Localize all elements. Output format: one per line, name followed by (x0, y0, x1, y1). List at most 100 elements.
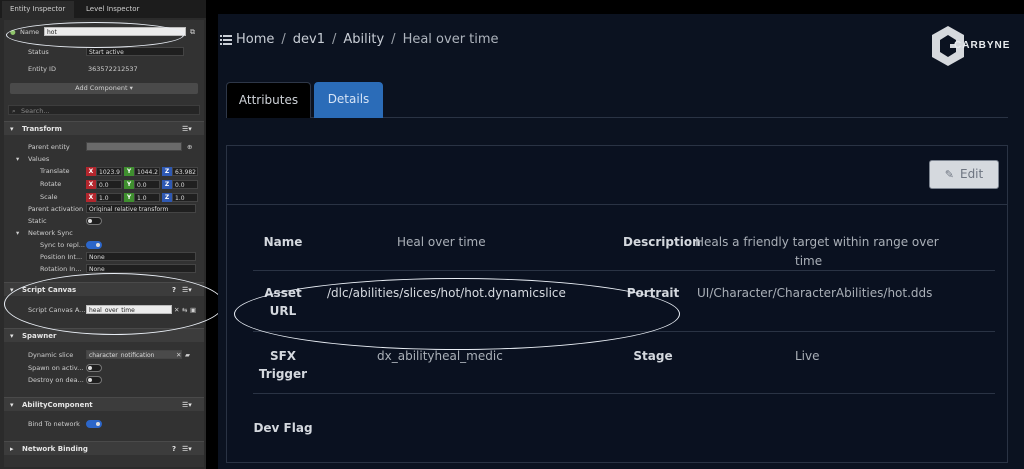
static-row: Static (4, 215, 204, 227)
collapse-icon: ▾ (10, 125, 14, 133)
transform-title: Transform (22, 125, 62, 133)
tab-details[interactable]: Details (314, 82, 383, 118)
component-search-input[interactable]: ⌕ Search... (8, 105, 200, 115)
sync-to-replicas-row: Sync to repl... (4, 239, 204, 251)
target-icon[interactable]: ⊕ (187, 141, 192, 153)
scale-y-field[interactable]: 1.0 (134, 193, 160, 202)
dynamic-slice-row: Dynamic slice character_notification ✕ ▰ (4, 349, 204, 361)
scale-z-field[interactable]: 1.0 (172, 193, 198, 202)
help-icon[interactable]: ? (172, 283, 176, 297)
sfx-trigger-key-line2: Trigger (258, 367, 308, 381)
menu-icon[interactable]: ☰▾ (182, 442, 192, 456)
clear-icon[interactable]: ✕ (174, 304, 179, 316)
ability-component-title: AbilityComponent (22, 401, 93, 409)
open-editor-icon[interactable]: ▣ (190, 304, 196, 316)
transform-section-header[interactable]: ▾ Transform ☰▾ (4, 121, 204, 135)
sync-to-replicas-toggle[interactable] (86, 241, 102, 249)
card-header: ✎ Edit (227, 146, 1007, 205)
translate-label: Translate (40, 167, 70, 175)
search-icon: ⌕ (12, 107, 16, 115)
stage-value: Live (795, 349, 820, 363)
rotate-x-field[interactable]: 0.0 (96, 180, 122, 189)
entity-id-label: Entity ID (28, 65, 56, 73)
logo-text: CARBYNE (954, 40, 1011, 51)
edit-button-label: Edit (959, 167, 984, 181)
position-interp-select[interactable]: None (86, 252, 196, 261)
breadcrumb-home[interactable]: Home (236, 32, 274, 47)
inspector-body: ● Name hot ⧉ Status Start active Entity … (4, 20, 204, 467)
name-row: ● Name hot ⧉ (4, 26, 204, 38)
network-sync-collapse-icon[interactable]: ▾ (16, 227, 19, 239)
translate-x-field[interactable]: 1023.9 (96, 167, 122, 176)
sfx-trigger-value: dx_abilityheal_medic (377, 349, 503, 363)
asset-url-key-line2: URL (269, 304, 297, 318)
list-icon[interactable] (220, 34, 232, 45)
name-field[interactable]: hot (44, 27, 186, 36)
add-component-button[interactable]: Add Component ▾ (10, 83, 198, 94)
z-axis-badge: Z (162, 167, 172, 176)
spawner-title: Spawner (22, 332, 57, 340)
parent-activation-select[interactable]: Original relative transform (86, 204, 196, 213)
y-axis-badge: Y (124, 167, 134, 176)
name-label: Name (20, 28, 40, 36)
bind-to-network-toggle[interactable] (86, 420, 102, 428)
script-canvas-section-header[interactable]: ▾ Script Canvas ? ☰▾ (4, 282, 204, 296)
rotate-row: Rotate X 0.0 Y 0.0 Z 0.0 (4, 178, 204, 190)
network-sync-label: Network Sync (28, 229, 73, 237)
sfx-trigger-key-line1: SFX (269, 349, 297, 363)
detail-tabs: Attributes Details (226, 82, 1008, 118)
tab-attributes[interactable]: Attributes (226, 82, 311, 118)
detail-row-sfx: SFX Trigger dx_abilityheal_medic Stage L… (253, 332, 995, 394)
pin-icon[interactable]: ⧉ (190, 26, 195, 38)
entity-id-row: Entity ID 363572212537 (4, 63, 204, 75)
static-toggle[interactable] (86, 217, 102, 225)
translate-y-field[interactable]: 1044.2 (134, 167, 160, 176)
spawn-on-activate-toggle[interactable] (86, 364, 102, 372)
rotation-interp-row: Rotation In... None (4, 263, 204, 275)
tab-entity-inspector[interactable]: Entity Inspector (2, 1, 74, 18)
translate-z-field[interactable]: 63.982 (172, 167, 198, 176)
values-collapse-icon[interactable]: ▾ (16, 153, 19, 165)
parent-entity-field[interactable] (86, 142, 182, 151)
x-axis-badge: X (86, 180, 96, 189)
rotate-z-field[interactable]: 0.0 (172, 180, 198, 189)
folder-icon[interactable]: ▰ (185, 349, 190, 361)
ability-component-section-header[interactable]: ▾ AbilityComponent ☰▾ (4, 397, 204, 411)
pencil-icon: ✎ (944, 168, 954, 181)
inspector-tabbar: Entity Inspector Level Inspector (0, 0, 206, 18)
description-key: Description (623, 235, 701, 249)
translate-row: Translate X 1023.9 Y 1044.2 Z 63.982 (4, 165, 204, 177)
position-interp-label: Position Int... (40, 253, 83, 261)
browse-icon[interactable]: ⇆ (182, 304, 187, 316)
menu-icon[interactable]: ☰▾ (182, 283, 192, 297)
menu-icon[interactable]: ☰▾ (182, 122, 192, 136)
values-row: ▾ Values (4, 153, 204, 165)
rotation-interp-select[interactable]: None (86, 264, 196, 273)
destroy-on-deactivate-toggle[interactable] (86, 376, 102, 384)
script-canvas-asset-field[interactable]: heal_over_time (86, 305, 172, 314)
help-icon[interactable]: ? (172, 442, 176, 456)
rotate-y-field[interactable]: 0.0 (134, 180, 160, 189)
y-axis-badge: Y (124, 193, 134, 202)
breadcrumb-ability[interactable]: Ability (343, 32, 384, 47)
spawner-section-header[interactable]: ▾ Spawner (4, 328, 204, 342)
sync-to-replicas-label: Sync to repl... (40, 241, 85, 249)
tab-level-inspector[interactable]: Level Inspector (78, 1, 150, 18)
network-sync-row: ▾ Network Sync (4, 227, 204, 239)
description-value-line1: Heals a friendly target within range ove… (695, 235, 939, 249)
dev-flag-key: Dev Flag (253, 421, 313, 435)
edit-button[interactable]: ✎ Edit (929, 160, 999, 189)
collapse-icon: ▾ (10, 286, 14, 294)
status-label: Status (28, 48, 49, 56)
scale-x-field[interactable]: 1.0 (96, 193, 122, 202)
entity-inspector-panel: Entity Inspector Level Inspector ● Name … (0, 0, 224, 469)
clear-icon[interactable]: ✕ (176, 349, 181, 361)
menu-icon[interactable]: ☰▾ (182, 398, 192, 412)
breadcrumb-dev1[interactable]: dev1 (293, 32, 325, 47)
status-select[interactable]: Start active (86, 47, 184, 56)
dynamic-slice-field[interactable]: character_notification (86, 350, 182, 359)
entity-id-value: 363572212537 (88, 65, 138, 73)
network-binding-section-header[interactable]: ▸ Network Binding ? ☰▾ (4, 441, 204, 455)
description-value-line2: time (795, 254, 823, 268)
x-axis-badge: X (86, 193, 96, 202)
